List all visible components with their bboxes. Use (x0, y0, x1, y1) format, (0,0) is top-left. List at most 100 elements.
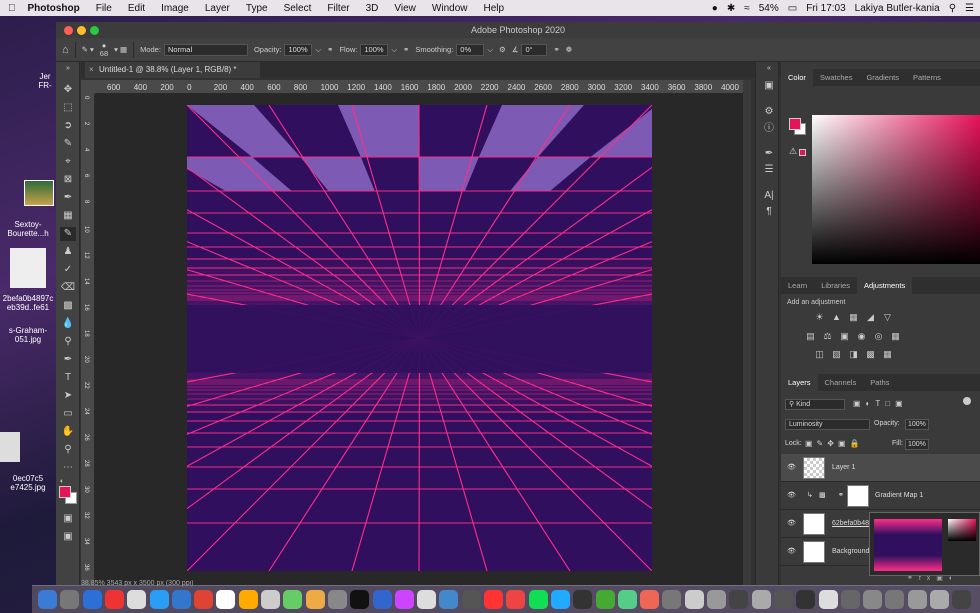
dock-app-icon[interactable] (149, 590, 169, 609)
panel-collapse-icon[interactable]: » (60, 62, 76, 76)
close-window-button[interactable] (64, 26, 73, 35)
bluetooth-icon[interactable]: ✱ (727, 3, 735, 14)
invert-icon[interactable]: ◫ (814, 349, 825, 359)
paragraph-panel-icon[interactable]: ¶ (762, 206, 776, 218)
apple-menu-icon[interactable]:  (0, 3, 24, 14)
dock-app-icon[interactable] (60, 590, 80, 609)
dock-app-icon[interactable] (506, 590, 526, 609)
hue-saturation-icon[interactable]: ▤ (805, 331, 816, 341)
layer-opacity-field[interactable]: 100% (905, 419, 929, 430)
dock-app-icon[interactable] (261, 590, 280, 609)
color-balance-icon[interactable]: ⚖ (822, 331, 833, 341)
visibility-eye-icon[interactable]: 👁 (787, 519, 796, 527)
mode-select[interactable]: Normal (163, 43, 248, 56)
hand-tool-icon[interactable]: ✋ (60, 425, 76, 439)
battery-icon[interactable]: ▭ (788, 3, 797, 14)
flow-field[interactable]: 100% (360, 43, 389, 56)
layer-row-layer-1[interactable]: 👁 Layer 1 (781, 454, 980, 482)
wifi-icon[interactable]: ≈ (744, 3, 750, 14)
desktop-item[interactable]: Sextoy- Bourette...h (0, 220, 56, 238)
desktop-thumbnail[interactable] (24, 180, 54, 206)
angle-field[interactable]: 0° (521, 43, 548, 56)
menu-type[interactable]: Type (238, 3, 276, 14)
tab-layers[interactable]: Layers (781, 374, 818, 391)
quick-selection-tool-icon[interactable]: ✎ (60, 137, 76, 151)
exposure-icon[interactable]: ◢ (865, 312, 876, 322)
gradient-map-icon[interactable]: ▩ (865, 349, 876, 359)
move-tool-icon[interactable]: ✥ (60, 83, 76, 97)
color-lookup-icon[interactable]: ▦ (890, 331, 901, 341)
history-brush-tool-icon[interactable]: ✓ (60, 263, 76, 277)
screen-mode-icon[interactable]: ▣ (60, 530, 76, 544)
dock-app-icon[interactable] (796, 590, 816, 609)
dock-app-icon[interactable] (305, 590, 325, 609)
dock-app-icon[interactable] (930, 590, 949, 609)
dock-app-icon[interactable] (216, 590, 236, 609)
frame-tool-icon[interactable]: ⊠ (60, 173, 76, 187)
canvas-area[interactable]: 38.85% 3543 px x 3500 px (300 ppi) (81, 94, 743, 587)
dock-app-icon[interactable] (952, 590, 972, 609)
airbrush-icon[interactable]: ⚭ (403, 45, 409, 54)
kind-filter[interactable]: ⚲ Kind (785, 399, 845, 410)
visibility-eye-icon[interactable]: 👁 (787, 491, 796, 499)
tab-color[interactable]: Color (781, 69, 813, 86)
rectangle-tool-icon[interactable]: ▭ (60, 407, 76, 421)
desktop-thumbnail[interactable] (0, 432, 20, 462)
levels-icon[interactable]: ▲ (831, 312, 842, 322)
dock-app-icon[interactable] (617, 590, 637, 609)
dock-app-icon[interactable] (417, 590, 437, 609)
dock-app-icon[interactable] (662, 590, 682, 609)
dock-app-icon[interactable] (840, 590, 860, 609)
menu-select[interactable]: Select (276, 3, 320, 14)
tab-adjustments[interactable]: Adjustments (856, 277, 913, 294)
panel-fg-swatch[interactable] (789, 118, 801, 130)
dock-app-icon[interactable] (885, 590, 905, 609)
dock-app-icon[interactable] (818, 590, 838, 609)
clock[interactable]: Fri 17:03 (806, 3, 845, 14)
layer-row-gradient-map[interactable]: 👁 ↳ ▩ ⚭ Gradient Map 1 (781, 482, 980, 510)
brush-tool-preset-icon[interactable]: ✎ ▾ (82, 45, 94, 54)
menu-window[interactable]: Window (424, 3, 476, 14)
menu-app-name[interactable]: Photoshop (24, 3, 88, 14)
creative-cloud-icon[interactable]: ● (712, 3, 718, 14)
dock-app-icon[interactable] (707, 590, 726, 609)
healing-brush-tool-icon[interactable]: ▦ (60, 209, 76, 223)
character-panel-icon[interactable]: A| (762, 190, 776, 202)
channel-mixer-icon[interactable]: ◎ (873, 331, 884, 341)
marquee-tool-icon[interactable]: ⬚ (60, 101, 76, 115)
menu-layer[interactable]: Layer (197, 3, 238, 14)
dock-app-icon[interactable] (595, 590, 615, 609)
artwork-canvas[interactable] (187, 105, 652, 571)
dock-app-icon[interactable] (729, 590, 749, 609)
document-tab[interactable]: × Untitled-1 @ 38.8% (Layer 1, RGB/8) * (85, 62, 260, 78)
home-icon[interactable]: ⌂ (62, 44, 69, 56)
menu-3d[interactable]: 3D (358, 3, 387, 14)
notification-center-icon[interactable]: ☰ (965, 3, 974, 14)
dock-app-icon[interactable] (82, 590, 102, 609)
eraser-tool-icon[interactable]: ⌫ (60, 281, 76, 295)
menu-file[interactable]: File (88, 3, 120, 14)
pressure-opacity-icon[interactable]: ⚭ (327, 45, 333, 54)
tab-libraries[interactable]: Libraries (814, 277, 857, 294)
lock-icons[interactable]: ▣✎✥▣🔒 (805, 439, 863, 448)
info-panel-icon[interactable]: ⓘ (762, 123, 776, 135)
crop-tool-icon[interactable]: ⌖ (60, 155, 76, 169)
blur-tool-icon[interactable]: 💧 (60, 317, 76, 331)
foreground-color-swatch[interactable] (59, 486, 71, 498)
menu-edit[interactable]: Edit (120, 3, 153, 14)
vertical-scrollbar[interactable] (743, 80, 751, 585)
user-name[interactable]: Lakiya Butler-kania (855, 3, 940, 14)
symmetry-icon[interactable]: ❁ (566, 45, 572, 54)
brightness-contrast-icon[interactable]: ☀ (814, 312, 825, 322)
opacity-field[interactable]: 100% (284, 43, 313, 56)
eyedropper-tool-icon[interactable]: ✒ (60, 191, 76, 205)
dock-app-icon[interactable] (104, 590, 124, 609)
visibility-eye-icon[interactable]: 👁 (787, 547, 796, 555)
fill-field[interactable]: 100% (905, 439, 929, 450)
dock-app-icon[interactable] (350, 590, 370, 609)
desktop-item[interactable]: 2befa0b4897c eb39d..fe61 (0, 294, 56, 312)
dock-app-icon[interactable] (38, 590, 57, 609)
tab-paths[interactable]: Paths (863, 374, 896, 391)
menu-image[interactable]: Image (153, 3, 197, 14)
desktop-item[interactable]: 0ec07c5 e7425.jpg (0, 474, 56, 492)
